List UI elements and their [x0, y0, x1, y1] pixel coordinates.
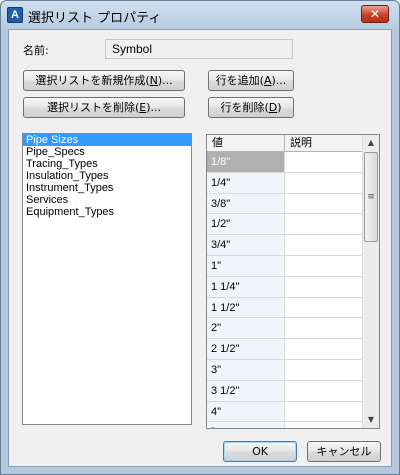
new-list-suffix: )...	[157, 74, 173, 87]
cancel-button[interactable]: キャンセル	[307, 441, 381, 462]
value-cell[interactable]: "	[207, 422, 285, 428]
delete-list-label: 選択リストを削除(	[46, 101, 140, 114]
description-cell[interactable]	[285, 339, 362, 359]
value-cell[interactable]: 3"	[207, 359, 285, 380]
description-cell[interactable]	[285, 256, 362, 276]
value-cell[interactable]: 2"	[207, 318, 285, 339]
value-column-header[interactable]: 値	[207, 135, 285, 152]
table-row[interactable]: 1/4"	[207, 172, 362, 194]
list-item[interactable]: Pipe Sizes	[23, 134, 191, 146]
list-item[interactable]: Services	[23, 194, 191, 206]
add-row-button[interactable]: 行を追加(A)...	[208, 70, 294, 91]
pick-list-listbox[interactable]: Pipe Sizes Pipe_Specs Tracing_Types Insulat…	[22, 133, 192, 425]
description-cell[interactable]	[285, 360, 362, 380]
new-list-label: 選択リストを新規作成(	[35, 74, 150, 87]
grid-rows: 1/8" 1/4" 3/8" 1/2" 3/4" 1" 1 1/4" 1 1/2" 2" 2 1/…	[207, 152, 362, 428]
scroll-down-arrow-icon[interactable]: ▼	[363, 412, 379, 428]
grid-vertical-scrollbar[interactable]: ▲ ≡ ▼	[362, 135, 379, 428]
table-row[interactable]: "	[207, 422, 362, 428]
description-cell[interactable]	[285, 235, 362, 255]
close-button[interactable]: ✕	[361, 5, 389, 23]
value-cell[interactable]: 4"	[207, 401, 285, 422]
description-cell[interactable]	[285, 381, 362, 401]
list-item[interactable]: Instrument_Types	[23, 182, 191, 194]
delete-row-accelerator: D	[268, 101, 278, 114]
delete-row-label: 行を削除(	[220, 101, 269, 114]
delete-row-button[interactable]: 行を削除(D)	[208, 97, 294, 118]
table-row[interactable]: 1 1/4"	[207, 276, 362, 298]
window-title: 選択リスト プロパティ	[28, 11, 162, 26]
dialog-body: 名前: Symbol 選択リストを新規作成(N)... 選択リストを削除(E).…	[8, 29, 392, 467]
values-grid[interactable]: 値 説明 1/8" 1/4" 3/8" 1/2" 3/4" 1" 1 1/4" 1 1/2" 2…	[206, 134, 380, 429]
value-cell[interactable]: 1/8"	[207, 152, 285, 172]
list-item[interactable]: Insulation_Types	[23, 170, 191, 182]
description-column-header[interactable]: 説明	[285, 135, 362, 152]
description-cell[interactable]	[285, 194, 362, 214]
list-item[interactable]: Equipment_Types	[23, 206, 191, 218]
value-cell[interactable]: 1/4"	[207, 172, 285, 193]
table-row[interactable]: 1/2"	[207, 214, 362, 236]
table-row[interactable]: 3"	[207, 359, 362, 381]
add-row-label: 行を追加(	[215, 74, 264, 87]
value-cell[interactable]: 3 1/2"	[207, 380, 285, 401]
table-row[interactable]: 3 1/2"	[207, 380, 362, 402]
title-bar[interactable]: A 選択リスト プロパティ ✕	[1, 1, 399, 29]
list-item[interactable]: Pipe_Specs	[23, 146, 191, 158]
value-cell[interactable]: 1/2"	[207, 214, 285, 235]
value-cell[interactable]: 3/8"	[207, 193, 285, 214]
new-list-button[interactable]: 選択リストを新規作成(N)...	[23, 70, 185, 91]
description-cell[interactable]	[285, 277, 362, 297]
value-cell[interactable]: 1"	[207, 255, 285, 276]
value-cell[interactable]: 1 1/4"	[207, 276, 285, 297]
description-cell[interactable]	[285, 318, 362, 338]
grid-header: 値 説明	[207, 135, 362, 152]
autocad-app-icon: A	[7, 7, 23, 23]
value-cell[interactable]: 3/4"	[207, 235, 285, 255]
table-row[interactable]: 3/4"	[207, 235, 362, 256]
description-cell[interactable]	[285, 152, 362, 172]
table-row[interactable]: 3/8"	[207, 193, 362, 215]
scroll-up-arrow-icon[interactable]: ▲	[363, 135, 379, 151]
table-row[interactable]: 4"	[207, 401, 362, 423]
add-row-accelerator: A	[263, 74, 272, 87]
description-cell[interactable]	[285, 402, 362, 422]
new-list-accelerator: N	[149, 74, 158, 87]
table-row[interactable]: 1 1/2"	[207, 297, 362, 319]
value-cell[interactable]: 1 1/2"	[207, 297, 285, 318]
name-label: 名前:	[23, 44, 49, 57]
ok-button[interactable]: OK	[223, 441, 297, 462]
description-cell[interactable]	[285, 298, 362, 318]
delete-row-suffix: )	[277, 101, 282, 114]
dialog-window: A 選択リスト プロパティ ✕ 名前: Symbol 選択リストを新規作成(N)…	[0, 0, 400, 475]
delete-list-suffix: )...	[146, 101, 162, 114]
description-cell[interactable]	[285, 422, 362, 428]
table-row[interactable]: 1"	[207, 255, 362, 277]
table-row[interactable]: 2"	[207, 318, 362, 340]
list-item[interactable]: Tracing_Types	[23, 158, 191, 170]
table-row[interactable]: 1/8"	[207, 152, 362, 173]
description-cell[interactable]	[285, 173, 362, 193]
add-row-suffix: )...	[271, 74, 287, 87]
value-cell[interactable]: 2 1/2"	[207, 339, 285, 359]
name-field[interactable]: Symbol	[105, 39, 293, 59]
scroll-thumb[interactable]: ≡	[364, 152, 378, 242]
description-cell[interactable]	[285, 214, 362, 234]
delete-list-button[interactable]: 選択リストを削除(E)...	[23, 97, 185, 118]
table-row[interactable]: 2 1/2"	[207, 339, 362, 360]
